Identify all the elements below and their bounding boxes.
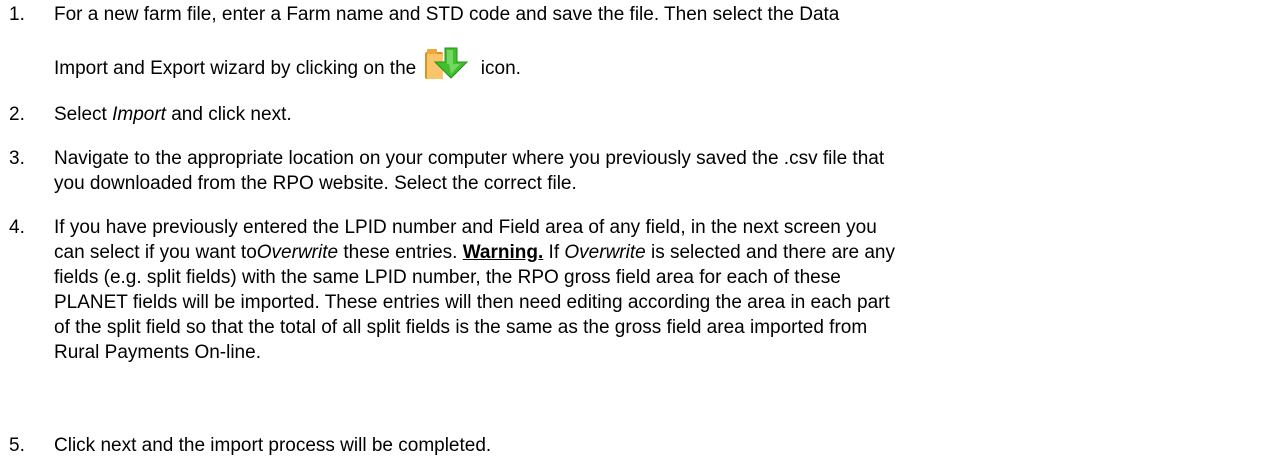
step-line: For a new farm file, enter a Farm name a… bbox=[54, 4, 840, 25]
step-text: Select Import and click next. bbox=[54, 102, 1272, 127]
step-text: For a new farm file, enter a Farm name a… bbox=[54, 2, 1272, 81]
step-text-part: Select bbox=[54, 104, 113, 125]
step-line: you downloaded from the RPO website. Sel… bbox=[54, 173, 577, 194]
step-number: 4. bbox=[9, 217, 25, 238]
step-text-part: can select if you want to bbox=[54, 242, 257, 263]
emphasis-overwrite: Overwrite bbox=[256, 242, 339, 263]
step-line: Import and Export wizard by clicking on … bbox=[54, 46, 1272, 81]
step-line: If you have previously entered the LPID … bbox=[54, 217, 877, 238]
step-line: of the split field so that the total of … bbox=[54, 317, 868, 338]
emphasis-overwrite: Overwrite bbox=[564, 242, 646, 263]
emphasis-import: Import bbox=[112, 104, 166, 125]
step-line: fields (e.g. split fields) with the same… bbox=[54, 267, 841, 288]
step-text-part: Import and Export wizard by clicking on … bbox=[54, 58, 417, 79]
step-number: 3. bbox=[9, 148, 25, 169]
step-text: If you have previously entered the LPID … bbox=[54, 215, 1272, 365]
step-line: can select if you want toOverwrite these… bbox=[54, 240, 1272, 265]
step-text-part: icon. bbox=[480, 58, 521, 79]
step-line: Navigate to the appropriate location on … bbox=[54, 148, 885, 169]
step-text-part: is selected and there are any bbox=[645, 242, 895, 263]
step-text-part: these entries. bbox=[338, 242, 463, 263]
step-text: Click next and the import process will b… bbox=[54, 435, 492, 456]
step-text-part: and click next. bbox=[165, 104, 292, 125]
step-text: Navigate to the appropriate location on … bbox=[54, 146, 1272, 196]
step-text-part: If bbox=[543, 242, 565, 263]
folder-import-icon bbox=[423, 46, 475, 80]
step-number: 1. bbox=[9, 4, 25, 25]
warning-label: Warning. bbox=[462, 242, 544, 263]
step-line: PLANET fields will be imported. These en… bbox=[54, 292, 890, 313]
step-number: 5. bbox=[9, 435, 25, 456]
step-number: 2. bbox=[9, 104, 25, 125]
step-line: Rural Payments On-line. bbox=[54, 342, 261, 363]
